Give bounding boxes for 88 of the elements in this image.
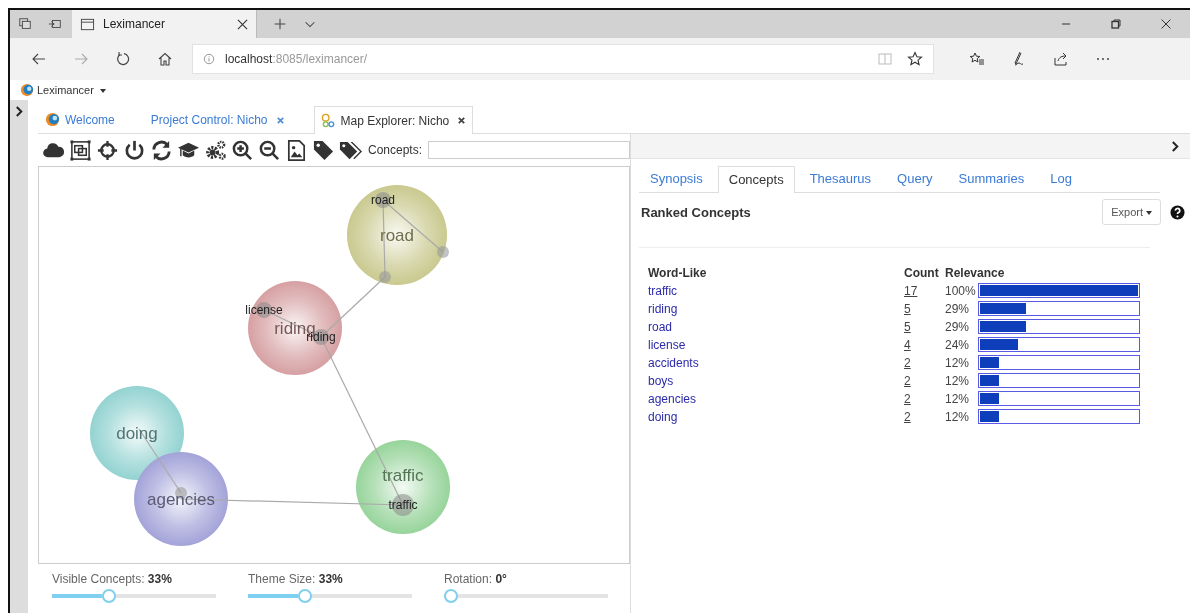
- concept-label[interactable]: license: [245, 303, 283, 317]
- theme-label[interactable]: road: [380, 226, 414, 245]
- set-aside-tabs-icon[interactable]: [48, 17, 62, 31]
- count-link[interactable]: 4: [904, 337, 945, 352]
- concept-link[interactable]: traffic: [648, 283, 904, 298]
- theme-circle[interactable]: [356, 440, 450, 534]
- relevance-value: 12%: [945, 409, 971, 424]
- app-menu[interactable]: Leximancer: [34, 84, 109, 96]
- zoom-in-icon[interactable]: [231, 138, 254, 162]
- fit-frame-icon[interactable]: [69, 138, 92, 162]
- relevance-value: 24%: [945, 337, 971, 352]
- help-icon[interactable]: [1170, 204, 1185, 220]
- slider-thumb[interactable]: [101, 589, 116, 603]
- restore-icon[interactable]: [1110, 18, 1122, 30]
- count-link[interactable]: 2: [904, 355, 945, 370]
- slider-label: Theme Size: 33%: [248, 572, 344, 586]
- theme-label[interactable]: agencies: [146, 490, 216, 509]
- concept-label[interactable]: traffic: [388, 498, 418, 512]
- concepts-field[interactable]: [428, 141, 630, 159]
- logo-icon: [20, 83, 34, 97]
- tab-preview-icon[interactable]: [18, 17, 32, 31]
- column-header: Word-Like: [648, 266, 708, 280]
- concepts-label: Concepts:: [368, 143, 423, 157]
- back-icon[interactable]: [31, 51, 47, 67]
- panel-tab[interactable]: Concepts: [717, 166, 795, 193]
- share-icon[interactable]: [1053, 51, 1069, 67]
- relevance-value: 12%: [945, 355, 971, 370]
- relevance-value: 29%: [945, 301, 971, 316]
- home-icon[interactable]: [157, 51, 173, 67]
- crosshair-icon[interactable]: [96, 138, 119, 162]
- count-link[interactable]: 2: [904, 391, 945, 406]
- count-link[interactable]: 2: [904, 373, 945, 388]
- address-bar[interactable]: localhost:8085/leximancer/: [192, 44, 934, 74]
- panel-tab[interactable]: Log: [1039, 165, 1083, 192]
- count-link[interactable]: 17: [904, 283, 945, 298]
- gears-icon[interactable]: [204, 138, 227, 162]
- slider-thumb[interactable]: [297, 589, 312, 603]
- concept-link[interactable]: license: [648, 337, 904, 352]
- export-button[interactable]: Export: [1102, 199, 1161, 225]
- relevance-value: 12%: [945, 391, 971, 406]
- close-icon[interactable]: [457, 116, 467, 125]
- refresh-icon[interactable]: [115, 51, 131, 67]
- panel-tab[interactable]: Synopsis: [639, 165, 714, 192]
- concept-link[interactable]: agencies: [648, 391, 904, 406]
- close-icon[interactable]: [1160, 18, 1172, 30]
- concept-link[interactable]: boys: [648, 373, 904, 388]
- image-icon[interactable]: [285, 138, 308, 162]
- count-link[interactable]: 5: [904, 319, 945, 334]
- concept-dot[interactable]: [379, 271, 391, 283]
- panel-tab[interactable]: Query: [886, 165, 944, 192]
- slider-label: Rotation: 0°: [444, 572, 508, 586]
- logo-icon: [45, 112, 60, 127]
- count-link[interactable]: 5: [904, 301, 945, 316]
- section-title: Ranked Concepts: [641, 204, 751, 220]
- power-icon[interactable]: [123, 138, 146, 162]
- column-header: Count: [904, 266, 940, 280]
- concept-label[interactable]: road: [371, 193, 395, 207]
- theme-label[interactable]: doing: [116, 424, 158, 443]
- concept-link[interactable]: accidents: [648, 355, 904, 370]
- star-icon[interactable]: [907, 51, 923, 67]
- zoom-out-icon[interactable]: [258, 138, 281, 162]
- count-link[interactable]: 2: [904, 409, 945, 424]
- slider-thumb[interactable]: [444, 589, 458, 603]
- panel-tab[interactable]: Thesaurus: [798, 165, 883, 192]
- refresh-icon[interactable]: [150, 138, 173, 162]
- relevance-value: 100%: [945, 283, 977, 298]
- panel-tab[interactable]: Summaries: [947, 165, 1036, 192]
- column-header: Relevance: [945, 266, 1006, 280]
- chevron-right-icon[interactable]: [14, 106, 24, 117]
- circles-icon: [320, 113, 336, 128]
- concept-dot[interactable]: [437, 246, 449, 258]
- chevron-right-icon[interactable]: [1171, 140, 1180, 152]
- app-tab[interactable]: Welcome: [38, 105, 122, 133]
- concept-link[interactable]: riding: [648, 301, 904, 316]
- favorites-icon[interactable]: [969, 51, 985, 67]
- tag-icon[interactable]: [312, 138, 335, 162]
- relevance-value: 12%: [945, 373, 971, 388]
- theme-label[interactable]: traffic: [382, 466, 424, 485]
- browser-tab[interactable]: Leximancer: [72, 10, 257, 38]
- info-icon: [203, 53, 215, 65]
- slider-label: Visible Concepts: 33%: [52, 572, 173, 586]
- close-icon[interactable]: [237, 18, 248, 30]
- page-icon: [80, 16, 95, 32]
- app-tab[interactable]: Map Explorer: Nicho: [313, 106, 474, 134]
- concept-link[interactable]: road: [648, 319, 904, 334]
- concept-link[interactable]: doing: [648, 409, 904, 424]
- app-tab[interactable]: Project Control: Nicho: [143, 106, 292, 133]
- relevance-value: 29%: [945, 319, 971, 334]
